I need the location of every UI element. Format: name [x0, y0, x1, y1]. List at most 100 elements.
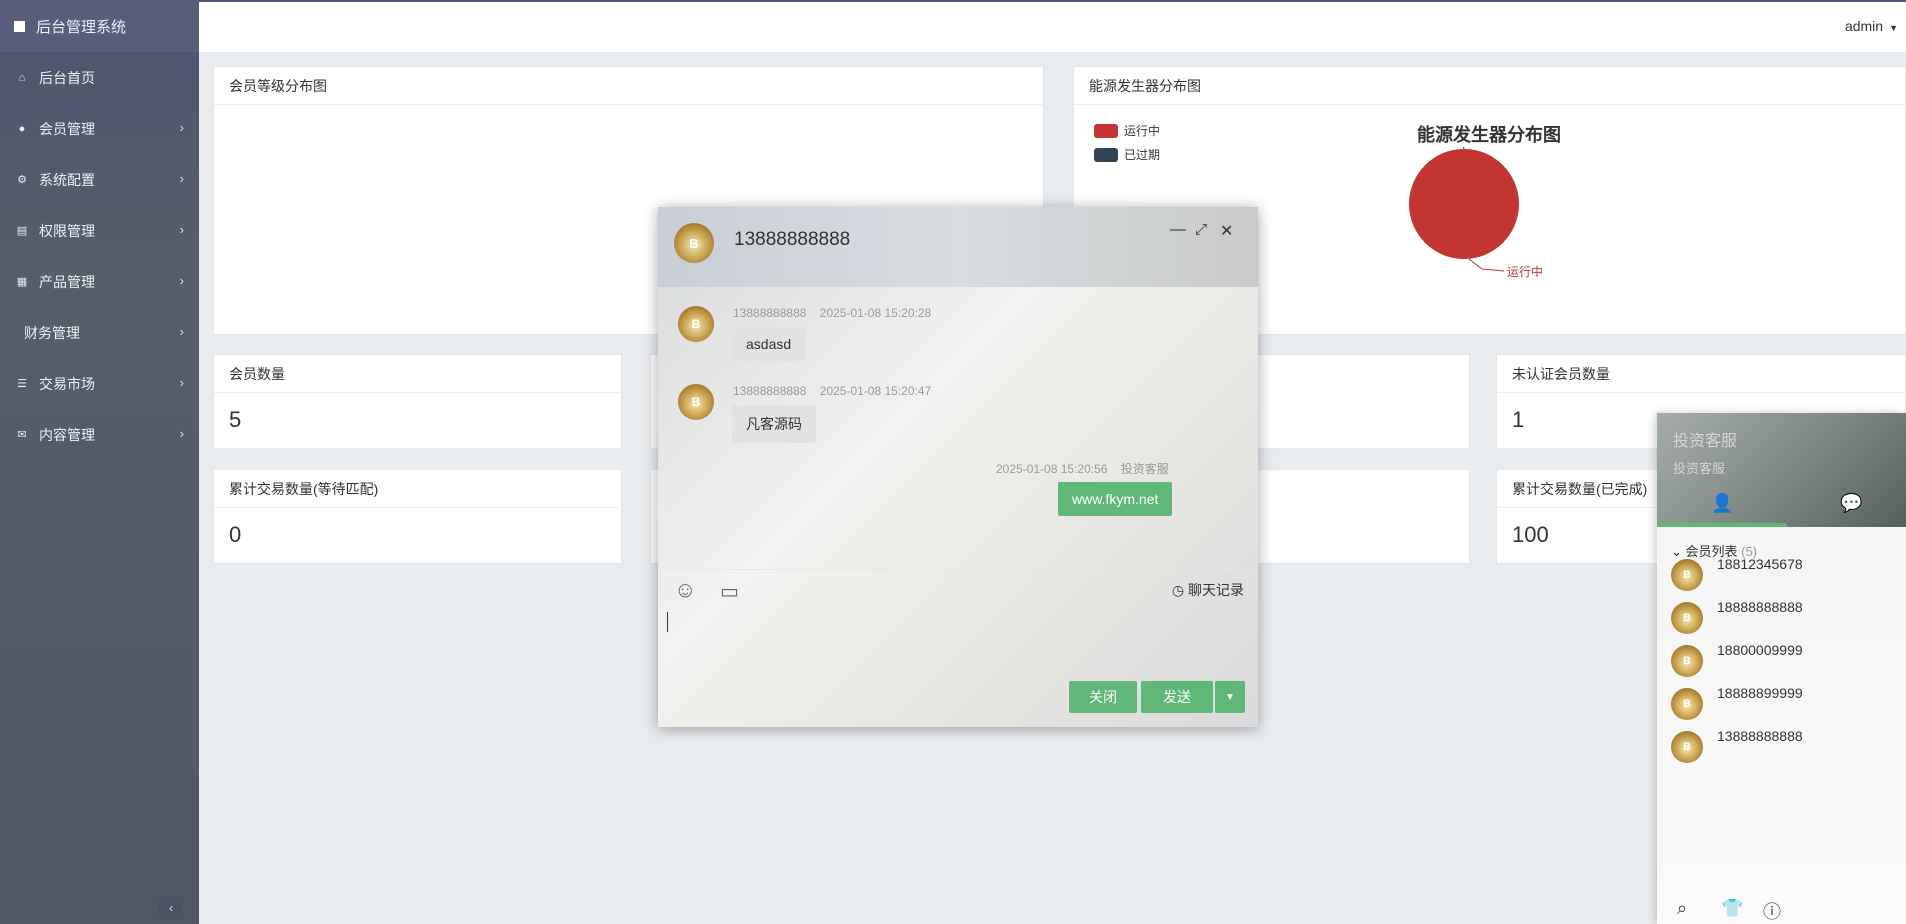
sidebar-item[interactable]: ▦ 产品管理 › [0, 256, 199, 307]
sidebar-item-label: 后台首页 [39, 69, 95, 86]
image-icon[interactable]: ▭ [720, 579, 739, 604]
member-list-item[interactable]: B 18812345678 [1671, 556, 1901, 604]
pie-slice[interactable] [1409, 149, 1519, 259]
label-line [1462, 147, 1465, 150]
messages-tab-icon[interactable]: 💬 [1840, 493, 1862, 514]
sidebar-item-label: 系统配置 [39, 171, 95, 188]
chevron-right-icon: › [179, 171, 184, 186]
message-input[interactable] [667, 612, 668, 632]
legend-label: 已过期 [1124, 148, 1161, 162]
message-user: 13888888888 [733, 384, 807, 398]
bars-icon: ☰ [17, 378, 27, 390]
chat-main-header: 投资客服 投资客服 👤 💬 [1657, 413, 1906, 527]
chat-main-panel: 投资客服 投资客服 👤 💬 ⌄ 会员列表 (5) B 18812345678 B 18… [1657, 413, 1906, 924]
top-header: admin ▼ [199, 2, 1906, 52]
panel-title: 会员等级分布图 [214, 67, 1043, 105]
member-name: 13888888888 [1717, 728, 1803, 744]
pie-chart: 已过期运行中 [1409, 147, 1543, 279]
envelope-icon: ✉ [17, 429, 27, 441]
send-options-button[interactable]: ▼ [1215, 681, 1245, 713]
message-avatar: B [678, 384, 714, 420]
chevron-right-icon: › [179, 222, 184, 237]
maximize-icon[interactable]: ⤢ [1195, 221, 1207, 238]
sidebar-item-label: 内容管理 [39, 426, 95, 443]
send-button[interactable]: 发送 [1141, 681, 1213, 713]
message-bubble: asdasd [732, 327, 806, 361]
member-avatar: B [1671, 645, 1703, 677]
message-bubble: 凡客源码 [732, 405, 816, 443]
legend-item-running[interactable]: 运行中 [1094, 122, 1160, 139]
message-bubble-outgoing: www.fkym.net [1058, 482, 1173, 516]
chart-title: 能源发生器分布图 [1417, 125, 1561, 145]
user-menu[interactable]: admin ▼ [1845, 18, 1898, 34]
skin-icon[interactable]: 👕 [1721, 898, 1743, 919]
close-chat-button[interactable]: 关闭 [1069, 681, 1137, 713]
legend-swatch [1094, 123, 1118, 138]
sidebar-item[interactable]: ⚙ 系统配置 › [0, 154, 199, 205]
slice-label-running: 运行中 [1507, 264, 1543, 279]
sidebar-item[interactable]: ⌂ 后台首页 [0, 52, 199, 103]
app-title: 后台管理系统 [36, 18, 127, 36]
message-time: 2025-01-08 15:20:47 [819, 384, 932, 398]
user-icon: ● [18, 122, 26, 135]
chat-main-title: 投资客服 [1673, 433, 1738, 450]
minimize-icon[interactable]: — [1170, 221, 1186, 239]
message-avatar: B [678, 306, 714, 342]
member-name: 18812345678 [1717, 556, 1803, 572]
chat-header[interactable]: B 13888888888 — ⤢ ✕ [658, 207, 1258, 287]
active-tab-indicator [1657, 523, 1787, 527]
close-icon[interactable]: ✕ [1220, 221, 1233, 241]
message-time: 2025-01-08 15:20:28 [819, 306, 932, 320]
chat-history-button[interactable]: ◷ 聊天记录 [1172, 580, 1244, 600]
panel-title: 未认证会员数量 [1497, 355, 1905, 393]
search-icon[interactable]: ⌕ [1677, 898, 1687, 919]
sidebar-item[interactable]: ☰ 交易市场 › [0, 358, 199, 409]
emoji-icon[interactable]: ☺ [674, 577, 696, 603]
sidebar-item[interactable]: 财务管理 › [0, 307, 199, 358]
list-box-icon: ▤ [16, 225, 28, 237]
brand[interactable]: 后台管理系统 [0, 0, 199, 52]
member-avatar: B [1671, 688, 1703, 720]
legend-swatch [1094, 147, 1118, 162]
member-list-item[interactable]: B 13888888888 [1671, 728, 1901, 776]
chat-avatar: B [674, 223, 714, 263]
message-user: 投资客服 [1120, 462, 1169, 476]
friends-tab-icon[interactable]: 👤 [1711, 493, 1733, 514]
member-list-item[interactable]: B 18800009999 [1671, 642, 1901, 690]
sidebar-item-label: 产品管理 [39, 273, 95, 290]
member-name: 18888888888 [1717, 599, 1803, 615]
info-icon[interactable]: ⓘ [1763, 898, 1781, 924]
member-list-item[interactable]: B 18888888888 [1671, 599, 1901, 647]
panel-value: 5 [229, 407, 242, 432]
legend-label: 运行中 [1124, 124, 1161, 138]
label-line [1468, 258, 1505, 272]
panel-value: 0 [229, 522, 242, 547]
username: admin [1844, 18, 1884, 34]
member-avatar: B [1671, 602, 1703, 634]
sidebar-item[interactable]: ▤ 权限管理 › [0, 205, 199, 256]
sidebar-item[interactable]: ● 会员管理 › [0, 103, 199, 154]
caret-down-icon: ▼ [1225, 691, 1235, 703]
brand-logo-icon [14, 20, 25, 32]
message-user: 13888888888 [733, 306, 807, 320]
member-name: 18800009999 [1717, 642, 1803, 658]
panel-title: 会员数量 [214, 355, 621, 393]
sidebar: 后台管理系统 ⌂ 后台首页 ● 会员管理 › ⚙ 系统配置 › ▤ 权限管理 › ▦ 产品管理 › 财务管理… [0, 0, 199, 924]
message-meta: 13888888888 2025-01-08 15:20:28 [733, 306, 931, 320]
windows-icon: ▦ [16, 276, 28, 288]
message-time: 2025-01-08 15:20:56 [996, 462, 1108, 476]
chevron-right-icon: › [179, 273, 184, 288]
sidebar-nav: ⌂ 后台首页 ● 会员管理 › ⚙ 系统配置 › ▤ 权限管理 › ▦ 产品管理 › 财务管理 › ☰ 交易市场 ›… [0, 52, 199, 460]
chevron-left-icon: ‹ [169, 901, 173, 915]
trade-pending-panel: 累计交易数量(等待匹配) 0 [213, 469, 622, 564]
panel-title: 累计交易数量(等待匹配) [214, 470, 621, 508]
member-list-item[interactable]: B 18888899999 [1671, 685, 1901, 733]
sidebar-collapse-button[interactable]: ‹ [159, 897, 183, 919]
history-label: 聊天记录 [1188, 582, 1244, 598]
legend-item-expired[interactable]: 已过期 [1094, 146, 1160, 163]
sidebar-item-label: 权限管理 [39, 222, 95, 239]
gears-icon: ⚙ [17, 174, 27, 186]
sidebar-item-label: 交易市场 [39, 375, 95, 392]
sidebar-item[interactable]: ✉ 内容管理 › [0, 409, 199, 460]
clock-icon: ◷ [1171, 582, 1185, 598]
